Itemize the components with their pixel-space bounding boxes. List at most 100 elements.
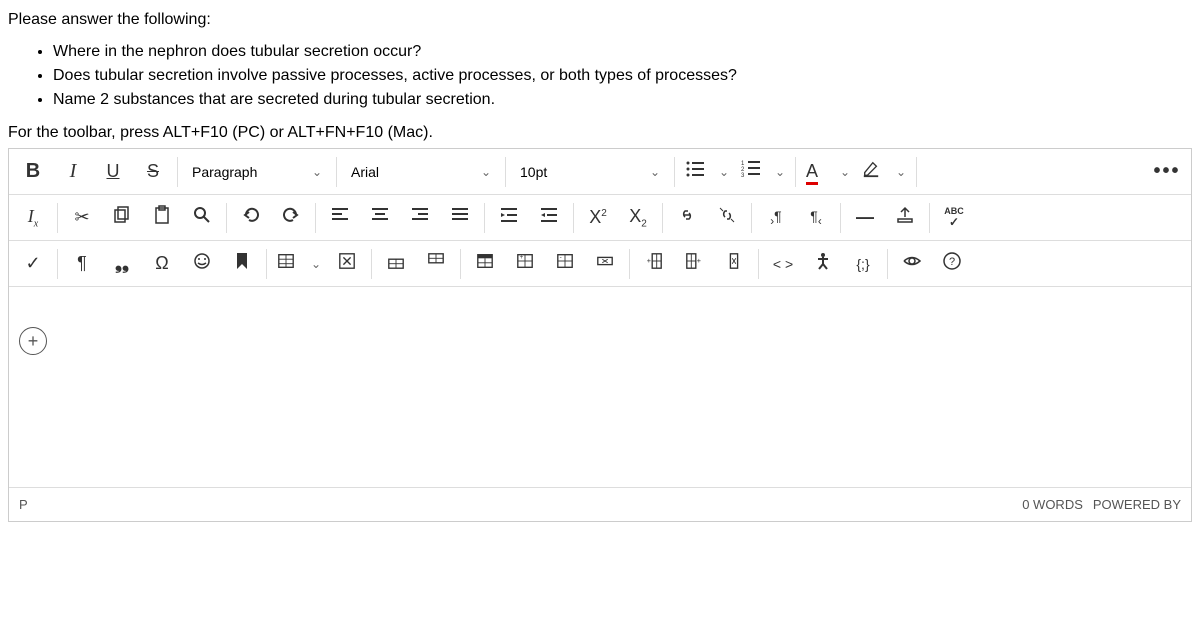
more-button[interactable]: ••• — [1147, 152, 1187, 192]
highlight-icon — [862, 160, 880, 183]
block-format-select[interactable]: Paragraph ⌄ — [182, 152, 332, 192]
italic-button[interactable]: I — [53, 152, 93, 192]
editor-footer: P 0 WORDS POWERED BY — [9, 487, 1191, 521]
clear-formatting-button[interactable]: Ix — [13, 198, 53, 238]
chevron-down-icon: ⌄ — [311, 257, 321, 271]
scissors-icon: ✂ — [74, 207, 89, 228]
separator — [916, 157, 917, 187]
row-insert-above-button[interactable] — [376, 244, 416, 284]
word-count: 0 WORDS — [1022, 497, 1083, 512]
font-size-select[interactable]: 10pt ⌄ — [510, 152, 670, 192]
spellcheck-button[interactable]: ABC✓ — [934, 198, 974, 238]
align-center-button[interactable] — [360, 198, 400, 238]
preview-button[interactable] — [892, 244, 932, 284]
show-blocks-button[interactable]: ¶ — [62, 244, 102, 284]
underline-button[interactable]: U — [93, 152, 133, 192]
bold-button[interactable]: B — [13, 152, 53, 192]
chevron-down-icon: ⌄ — [481, 165, 491, 179]
paste-button[interactable] — [142, 198, 182, 238]
anchor-button[interactable] — [222, 244, 262, 284]
outdent-button[interactable] — [529, 198, 569, 238]
row-delete-button[interactable] — [585, 244, 625, 284]
code-icon: < > — [773, 256, 793, 272]
insert-file-button[interactable] — [885, 198, 925, 238]
math-button[interactable]: ✓ — [13, 244, 53, 284]
highlight-color-button[interactable]: ⌄ — [856, 152, 912, 192]
row-remove-button[interactable]: - — [545, 244, 585, 284]
align-right-icon — [410, 205, 430, 230]
strikethrough-button[interactable]: S — [133, 152, 173, 192]
align-left-button[interactable] — [320, 198, 360, 238]
svg-text:3: 3 — [741, 173, 745, 179]
separator — [460, 249, 461, 279]
quote-icon: ❟❟ — [115, 253, 129, 274]
eye-icon — [902, 251, 922, 276]
undo-icon — [241, 205, 261, 230]
undo-button[interactable] — [231, 198, 271, 238]
copy-button[interactable] — [102, 198, 142, 238]
row-insert-below-button[interactable] — [416, 244, 456, 284]
font-family-select[interactable]: Arial ⌄ — [341, 152, 501, 192]
editor-content[interactable]: + — [9, 287, 1191, 487]
col-left-button[interactable]: + — [634, 244, 674, 284]
plus-icon: + — [28, 331, 39, 352]
blockquote-button[interactable]: ❟❟ — [102, 244, 142, 284]
svg-text:+: + — [697, 256, 701, 265]
question-intro: Please answer the following: — [8, 8, 1192, 32]
separator — [505, 157, 506, 187]
redo-icon — [281, 205, 301, 230]
source-code-button[interactable]: < > — [763, 244, 803, 284]
align-left-icon — [330, 205, 350, 230]
question-bullet: Where in the nephron does tubular secret… — [53, 40, 1192, 64]
align-center-icon — [370, 205, 390, 230]
svg-text:-: - — [560, 254, 562, 261]
svg-text:+: + — [520, 254, 524, 261]
superscript-button[interactable]: X2 — [578, 198, 618, 238]
braces-icon: {;} — [856, 256, 869, 272]
table-delete-button[interactable] — [327, 244, 367, 284]
horizontal-rule-button[interactable]: — — [845, 198, 885, 238]
separator — [662, 203, 663, 233]
element-path[interactable]: P — [19, 497, 28, 512]
bullet-list-button[interactable]: ⌄ — [679, 152, 735, 192]
symbol-button[interactable]: Ω — [142, 244, 182, 284]
align-justify-icon — [450, 205, 470, 230]
col-right-button[interactable]: + — [674, 244, 714, 284]
add-content-button[interactable]: + — [19, 327, 47, 355]
numbered-list-button[interactable]: 123 ⌄ — [735, 152, 791, 192]
align-right-button[interactable] — [400, 198, 440, 238]
pilcrow-icon: ¶ — [77, 253, 87, 274]
table-button[interactable]: ⌄ — [271, 244, 327, 284]
link-button[interactable] — [667, 198, 707, 238]
find-button[interactable] — [182, 198, 222, 238]
ltr-button[interactable]: ›¶ — [756, 198, 796, 238]
cut-button[interactable]: ✂ — [62, 198, 102, 238]
accessibility-button[interactable] — [803, 244, 843, 284]
unlink-button[interactable] — [707, 198, 747, 238]
col-delete-button[interactable] — [714, 244, 754, 284]
redo-button[interactable] — [271, 198, 311, 238]
indent-icon — [499, 205, 519, 230]
row-plus-icon: + — [516, 252, 534, 275]
chevron-down-icon: ⌄ — [775, 165, 785, 179]
row-below-icon — [427, 252, 445, 275]
row-add-button[interactable]: + — [505, 244, 545, 284]
separator — [336, 157, 337, 187]
search-icon — [192, 205, 212, 230]
unlink-icon — [717, 205, 737, 230]
font-color-button[interactable]: A ⌄ — [800, 152, 856, 192]
rtl-button[interactable]: ¶‹ — [796, 198, 836, 238]
separator — [887, 249, 888, 279]
outdent-icon — [539, 205, 559, 230]
indent-button[interactable] — [489, 198, 529, 238]
row-above-icon — [387, 252, 405, 275]
row-header-button[interactable] — [465, 244, 505, 284]
css-class-button[interactable]: {;} — [843, 244, 883, 284]
separator — [266, 249, 267, 279]
emoji-button[interactable] — [182, 244, 222, 284]
align-justify-button[interactable] — [440, 198, 480, 238]
ltr-icon: ›¶ — [770, 208, 781, 228]
help-button[interactable]: ? — [932, 244, 972, 284]
smile-icon — [192, 251, 212, 276]
subscript-button[interactable]: X2 — [618, 198, 658, 238]
